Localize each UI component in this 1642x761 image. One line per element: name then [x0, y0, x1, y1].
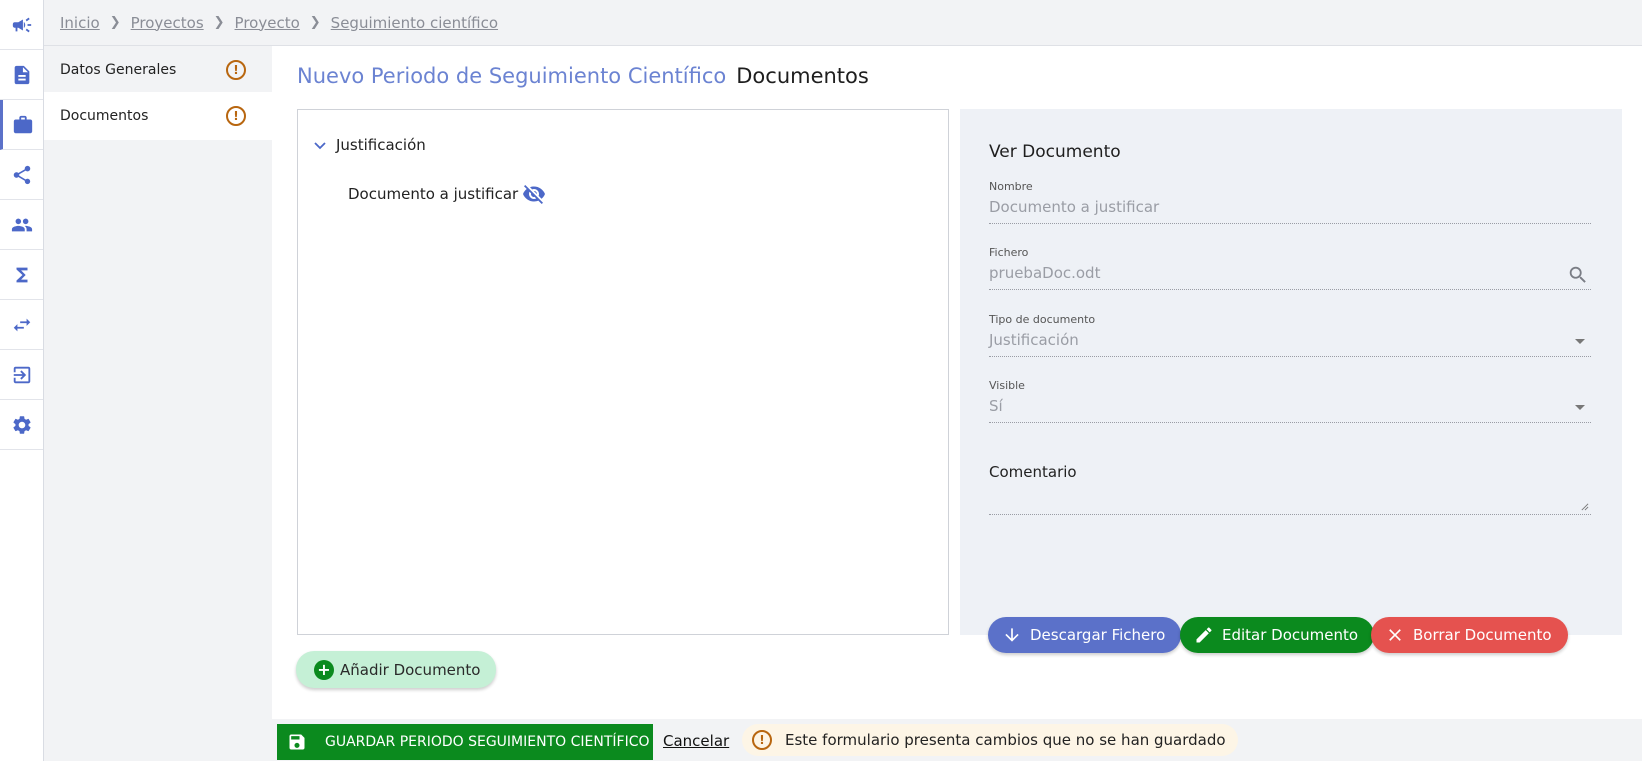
section-nav-label: Datos Generales: [60, 62, 177, 78]
warning-icon: !: [752, 730, 772, 750]
app-root: Inicio ❯ Proyectos ❯ Proyecto ❯ Seguimie…: [0, 0, 1642, 761]
cancel-link[interactable]: Cancelar: [663, 732, 729, 750]
breadcrumb-inicio[interactable]: Inicio: [60, 14, 100, 32]
comentario-field: Comentario: [989, 463, 1591, 515]
search-icon[interactable]: [1567, 264, 1589, 286]
rail-item-share[interactable]: [0, 150, 43, 200]
fichero-field: Fichero pruebaDoc.odt: [989, 246, 1591, 290]
arrow-down-icon: [1005, 628, 1019, 642]
delete-document-button[interactable]: Borrar Documento: [1371, 617, 1568, 653]
icon-rail: [0, 0, 44, 761]
share-icon: [13, 165, 30, 184]
tipo-documento-value: Justificación: [989, 331, 1079, 349]
rail-item-settings[interactable]: [0, 400, 43, 450]
section-nav-datos-generales[interactable]: Datos Generales !: [44, 46, 272, 94]
section-nav-label: Documentos: [60, 108, 149, 124]
sigma-icon: [16, 267, 27, 282]
chevron-right-icon: ❯: [309, 15, 321, 30]
swap-arrows-icon: [13, 318, 30, 331]
briefcase-icon: [13, 115, 33, 133]
comentario-textarea[interactable]: [989, 481, 1591, 515]
rail-item-people[interactable]: [0, 200, 43, 250]
visible-label: Visible: [989, 379, 1025, 392]
chevron-down-icon[interactable]: [312, 137, 328, 153]
warning-icon: !: [226, 60, 246, 80]
add-document-button[interactable]: + Añadir Documento: [296, 651, 497, 688]
main-content: Nuevo Periodo de Seguimiento Científico …: [272, 46, 1642, 719]
download-file-button[interactable]: Descargar Fichero: [988, 617, 1182, 653]
tree-node-justificacion[interactable]: Justificación: [312, 136, 426, 154]
plus-icon: +: [314, 659, 334, 680]
tree-node-label: Justificación: [336, 136, 426, 154]
rail-item-swap[interactable]: [0, 300, 43, 350]
dropdown-caret-icon: [1575, 405, 1585, 410]
section-nav-documentos[interactable]: Documentos !: [44, 92, 272, 140]
edit-document-label: Editar Documento: [1222, 626, 1359, 644]
chevron-right-icon: ❯: [213, 15, 225, 30]
people-icon: [11, 218, 32, 231]
rail-item-megaphone[interactable]: [0, 0, 43, 50]
visible-value: Sí: [989, 397, 1003, 415]
nombre-input[interactable]: Documento a justificar: [989, 198, 1591, 224]
breadcrumb-proyecto[interactable]: Proyecto: [235, 14, 300, 32]
pencil-icon: [1196, 627, 1212, 643]
chevron-right-icon: ❯: [109, 15, 121, 30]
visibility-off-icon: [523, 185, 546, 204]
visible-field: Visible Sí: [989, 379, 1591, 423]
document-tree: Justificación Documento a justificar: [297, 109, 949, 635]
document-icon: [14, 65, 29, 84]
tree-leaf-label: Documento a justificar: [348, 185, 519, 203]
fichero-input[interactable]: pruebaDoc.odt: [989, 264, 1591, 290]
tipo-documento-field: Tipo de documento Justificación: [989, 313, 1591, 357]
save-icon: [289, 734, 305, 750]
tipo-documento-select[interactable]: Justificación: [989, 331, 1591, 357]
comentario-label: Comentario: [989, 463, 1077, 481]
tree-leaf-documento[interactable]: Documento a justificar: [348, 182, 546, 206]
save-period-button[interactable]: GUARDAR PERIODO SEGUIMIENTO CIENTÍFICO: [277, 724, 653, 760]
breadcrumb-seguimiento[interactable]: Seguimiento científico: [331, 14, 498, 32]
document-detail-panel: Ver Documento Nombre Documento a justifi…: [960, 109, 1622, 653]
tipo-documento-label: Tipo de documento: [989, 313, 1096, 326]
unsaved-changes-banner: ! Este formulario presenta cambios que n…: [742, 724, 1238, 756]
download-file-label: Descargar Fichero: [1030, 626, 1166, 644]
page-title: Nuevo Periodo de Seguimiento Científico …: [297, 64, 869, 88]
fichero-label: Fichero: [989, 246, 1029, 259]
nombre-label: Nombre: [989, 180, 1033, 193]
page-title-section: Documentos: [736, 64, 869, 88]
close-icon: [1389, 629, 1401, 641]
logout-icon: [13, 366, 30, 383]
nombre-value: Documento a justificar: [989, 198, 1160, 216]
rail-item-projects[interactable]: [0, 100, 43, 150]
add-document-label: Añadir Documento: [340, 660, 481, 679]
rail-item-documents[interactable]: [0, 50, 43, 100]
rail-item-sigma[interactable]: [0, 250, 43, 300]
megaphone-icon: [12, 17, 31, 32]
unsaved-changes-text: Este formulario presenta cambios que no …: [785, 731, 1226, 749]
rail-item-logout[interactable]: [0, 350, 43, 400]
resize-handle-icon[interactable]: [1580, 502, 1589, 511]
page-title-main: Nuevo Periodo de Seguimiento Científico: [297, 64, 727, 88]
document-detail-title: Ver Documento: [989, 142, 1121, 162]
fichero-value: pruebaDoc.odt: [989, 264, 1101, 282]
save-period-label: GUARDAR PERIODO SEGUIMIENTO CIENTÍFICO: [325, 734, 650, 750]
gear-icon: [12, 415, 31, 434]
warning-icon: !: [226, 106, 246, 126]
dropdown-caret-icon: [1575, 339, 1585, 344]
section-nav: Datos Generales ! Documentos !: [44, 46, 272, 761]
edit-document-button[interactable]: Editar Documento: [1180, 617, 1375, 653]
visible-select[interactable]: Sí: [989, 397, 1591, 423]
breadcrumb-proyectos[interactable]: Proyectos: [131, 14, 204, 32]
delete-document-label: Borrar Documento: [1413, 626, 1552, 644]
breadcrumb: Inicio ❯ Proyectos ❯ Proyecto ❯ Seguimie…: [44, 0, 1642, 46]
nombre-field: Nombre Documento a justificar: [989, 180, 1591, 224]
